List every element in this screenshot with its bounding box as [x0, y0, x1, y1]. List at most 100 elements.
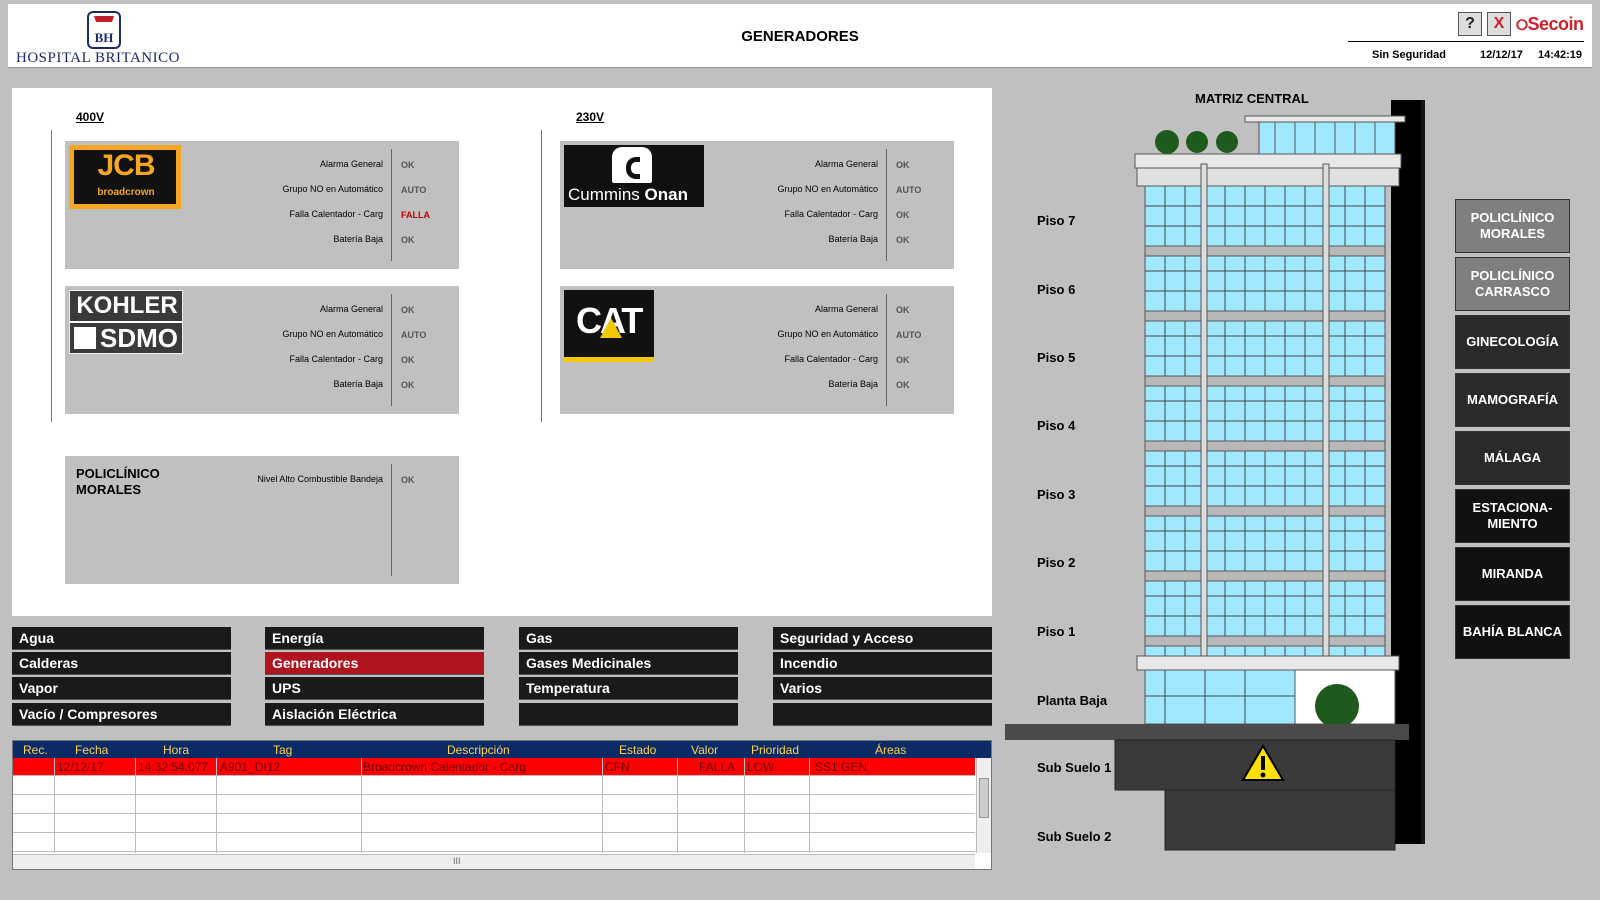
floor-label: Sub Suelo 2: [1037, 829, 1112, 844]
nav-gases-medicinales[interactable]: Gases Medicinales: [519, 652, 738, 675]
alarm-priority: LOW: [747, 760, 775, 774]
jcb-broadcrown-logo: JCB broadcrown: [69, 145, 181, 209]
status-value: AUTO: [401, 185, 427, 195]
col-estado[interactable]: Estado: [619, 743, 656, 757]
alarm-state: CFN: [605, 760, 630, 774]
col-valor[interactable]: Valor: [691, 743, 718, 757]
morales-fuel-panel[interactable]: POLICLÍNICO MORALES Nivel Alto Combustib…: [65, 456, 459, 584]
status-value: OK: [896, 210, 910, 220]
status-label: Grupo NO en Automático: [777, 184, 878, 194]
col-hora[interactable]: Hora: [163, 743, 189, 757]
alarm-table[interactable]: Rec. Fecha Hora Tag Descripción Estado V…: [12, 740, 992, 870]
status-value: AUTO: [896, 330, 922, 340]
site-button-estacionamiento[interactable]: ESTACIONA- MIENTO: [1455, 489, 1570, 543]
generators-panel: 400V 230V JCB broadcrown Alarma General …: [12, 88, 992, 616]
nav-vacio-compresores[interactable]: Vacío / Compresores: [12, 703, 231, 726]
generator-cummins[interactable]: Cummins Onan Alarma General OK Grupo NO …: [560, 141, 954, 269]
site-button-miranda[interactable]: MIRANDA: [1455, 547, 1570, 601]
nav-vapor[interactable]: Vapor: [12, 677, 231, 700]
security-status: Sin Seguridad: [1372, 49, 1446, 61]
current-date: 12/12/17: [1480, 49, 1523, 61]
site-button-ginecologia[interactable]: GINECOLOGÍA: [1455, 315, 1570, 369]
bus-line-230: [541, 130, 542, 422]
nav-gas[interactable]: Gas: [519, 627, 738, 650]
vertical-scroll-thumb[interactable]: [979, 778, 989, 818]
floor-label: Piso 3: [1037, 487, 1076, 502]
floor-label: Piso 7: [1037, 213, 1076, 228]
fuel-level-value: OK: [401, 475, 415, 485]
col-tag[interactable]: Tag: [273, 743, 292, 757]
status-label: Grupo NO en Automático: [282, 184, 383, 194]
fuel-level-label: Nivel Alto Combustible Bandeja: [257, 474, 383, 484]
site-button-policlinico-carrasco[interactable]: POLICLÍNICO CARRASCO: [1455, 257, 1570, 311]
site-button-bahia-blanca[interactable]: BAHÍA BLANCA: [1455, 605, 1570, 659]
app-header: BH HOSPITAL BRITANICO GENERADORES ? X ⭘S…: [8, 4, 1592, 68]
horizontal-scrollbar[interactable]: III: [13, 854, 975, 869]
status-label: Falla Calentador - Carg: [784, 354, 878, 364]
floor-label: Piso 4: [1037, 418, 1076, 433]
status-value: OK: [896, 355, 910, 365]
floor-label: Piso 1: [1037, 624, 1076, 639]
col-descripcion[interactable]: Descripción: [447, 743, 510, 757]
current-time: 14:42:19: [1538, 49, 1583, 61]
generator-cat[interactable]: CAT Alarma General OK Grupo NO en Automá…: [560, 286, 954, 414]
nav-aislacion-electrica[interactable]: Aislación Eléctrica: [265, 703, 484, 726]
vertical-scrollbar[interactable]: [976, 758, 991, 853]
site-button-policlinico-morales[interactable]: POLICLÍNICO MORALES: [1455, 199, 1570, 253]
col-prioridad[interactable]: Prioridad: [751, 743, 799, 757]
floor-label: Sub Suelo 1: [1037, 760, 1112, 775]
nav-incendio[interactable]: Incendio: [773, 652, 992, 675]
status-label: Alarma General: [319, 304, 383, 314]
nav-seguridad-acceso[interactable]: Seguridad y Acceso: [773, 627, 992, 650]
table-row[interactable]: [13, 777, 975, 795]
status-value-fault: FALLA: [401, 210, 430, 220]
table-row[interactable]: [13, 834, 975, 852]
generator-kohler[interactable]: KOHLER SDMO Alarma General OK Grupo NO e…: [65, 286, 459, 414]
generator-jcb[interactable]: JCB broadcrown Alarma General OK Grupo N…: [65, 141, 459, 269]
status-value: OK: [401, 380, 415, 390]
col-areas[interactable]: Áreas: [875, 743, 906, 757]
floor-label: Planta Baja: [1037, 693, 1108, 708]
floor-label: Piso 2: [1037, 555, 1076, 570]
col-rec[interactable]: Rec.: [23, 743, 48, 757]
nav-varios[interactable]: Varios: [773, 677, 992, 700]
status-value: OK: [896, 305, 910, 315]
help-button[interactable]: ?: [1458, 12, 1482, 36]
status-label: Batería Baja: [333, 379, 383, 389]
site-button-malaga[interactable]: MÁLAGA: [1455, 431, 1570, 485]
status-label: Falla Calentador - Carg: [289, 209, 383, 219]
status-value: OK: [401, 355, 415, 365]
hospital-name: HOSPITAL BRITANICO: [16, 50, 180, 66]
site-button-mamografia[interactable]: MAMOGRAFÍA: [1455, 373, 1570, 427]
nav-agua[interactable]: Agua: [12, 627, 231, 650]
ground-level: [1005, 724, 1409, 740]
nav-generadores[interactable]: Generadores: [265, 652, 484, 675]
brand-logo: ⭘Secoin: [1516, 14, 1584, 34]
table-row[interactable]: [13, 815, 975, 833]
ground-tree: [1315, 684, 1359, 728]
status-label: Grupo NO en Automático: [282, 329, 383, 339]
cat-logo: CAT: [564, 290, 654, 362]
floor-label: Piso 6: [1037, 282, 1076, 297]
nav-calderas[interactable]: Calderas: [12, 652, 231, 675]
alarm-table-header: Rec. Fecha Hora Tag Descripción Estado V…: [13, 741, 991, 758]
status-value: OK: [896, 380, 910, 390]
nav-temperatura[interactable]: Temperatura: [519, 677, 738, 700]
kohler-sdmo-logo: KOHLER SDMO: [69, 290, 183, 354]
alarm-value: FALLA: [699, 760, 736, 774]
close-button[interactable]: X: [1487, 12, 1511, 36]
nav-ups[interactable]: UPS: [265, 677, 484, 700]
status-label: Batería Baja: [333, 234, 383, 244]
status-divider: [1348, 41, 1584, 42]
status-value: OK: [896, 235, 910, 245]
status-label: Falla Calentador - Carg: [784, 209, 878, 219]
col-fecha[interactable]: Fecha: [75, 743, 108, 757]
nav-empty-2[interactable]: [773, 703, 992, 726]
table-row[interactable]: [13, 796, 975, 814]
alarm-row[interactable]: 12/12/17 14:32:54.077 A901_DI12 Broadcro…: [13, 758, 975, 776]
status-label: Alarma General: [814, 159, 878, 169]
status-value: OK: [401, 160, 415, 170]
nav-energia[interactable]: Energía: [265, 627, 484, 650]
status-value: AUTO: [896, 185, 922, 195]
nav-empty-1[interactable]: [519, 703, 738, 726]
